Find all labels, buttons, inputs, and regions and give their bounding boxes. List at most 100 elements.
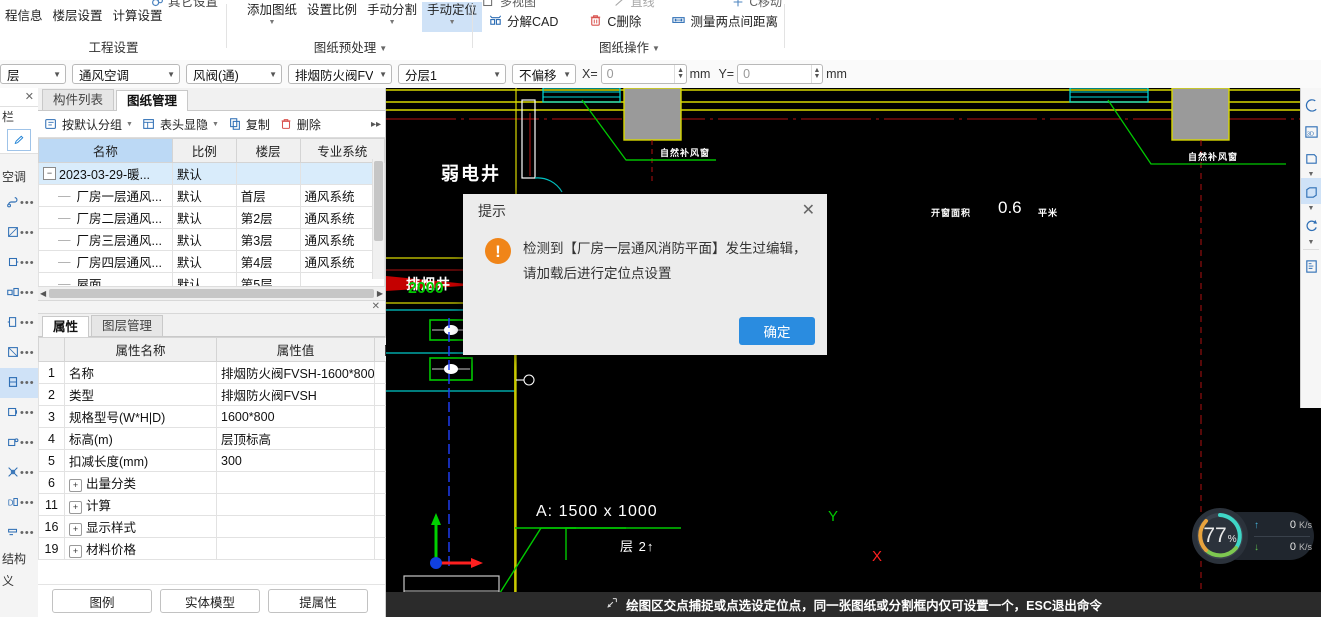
prop-name[interactable]: 类型 [64, 383, 217, 406]
tree-collapse-toggle[interactable]: − [43, 167, 56, 180]
prop-value[interactable]: 1600*800 [216, 405, 375, 428]
3d-view-icon[interactable]: 3D [1301, 118, 1321, 144]
col-floor[interactable]: 楼层 [235, 138, 301, 163]
close-icon[interactable]: ✕ [802, 203, 815, 219]
rail-footer-structure[interactable]: 结构 [0, 548, 38, 570]
layer-selector[interactable]: 分层1 ▼ [398, 64, 506, 84]
prop-name[interactable]: 名称 [64, 361, 217, 384]
tab-drawing-management[interactable]: 图纸管理 [116, 90, 189, 111]
toolbar-overflow-icon[interactable]: ▸▸ [371, 119, 381, 130]
expand-icon[interactable]: + [69, 523, 82, 536]
report-icon[interactable] [1301, 253, 1321, 279]
ribbon-button-measure-distance[interactable]: 测量两点间距离 [667, 9, 782, 32]
ribbon-button-explode-cad[interactable]: 分解CAD [484, 9, 562, 32]
prop-value[interactable]: 排烟防火阀FVSH [216, 383, 375, 406]
prop-value[interactable] [216, 515, 375, 538]
delete-button[interactable]: 删除 [276, 115, 324, 134]
drawing-table-hscrollbar[interactable]: ◀ ▶ [38, 286, 385, 300]
rail-item-misc[interactable]: ••• [0, 518, 38, 548]
rail-item-more-icon[interactable]: ••• [20, 497, 35, 509]
offset-selector[interactable]: 不偏移 ▼ [512, 64, 576, 84]
x-offset-field[interactable] [601, 64, 675, 84]
extract-property-button[interactable]: 提属性 [268, 589, 368, 613]
rail-item-more-icon[interactable]: ••• [20, 227, 35, 239]
rail-item-equipment[interactable]: ••• [0, 428, 38, 458]
table-row[interactable]: 4 标高(m) 层顶标高 [38, 427, 419, 450]
prop-name[interactable]: 扣减长度(mm) [64, 449, 217, 472]
ribbon-button-set-scale[interactable]: 设置比例 [302, 2, 362, 18]
prop-name-cell[interactable]: + 计算 [64, 493, 217, 516]
table-row[interactable]: — 厂房一层通风... 默认 首层 通风系统 [38, 184, 386, 207]
component-selector[interactable]: 排烟防火阀FVS ▼ [288, 64, 392, 84]
expand-icon[interactable]: + [69, 545, 82, 558]
expand-icon[interactable]: + [69, 501, 82, 514]
rail-item-damper[interactable]: ••• [0, 368, 38, 398]
rail-item-elbow[interactable]: ••• [0, 218, 38, 248]
column-visibility-button[interactable]: 表头显隐 ▼ [139, 115, 222, 134]
y-offset-input[interactable]: ▲▼ [737, 64, 824, 84]
rail-item-fitting[interactable]: ••• [0, 248, 38, 278]
drawing-name-cell[interactable]: — 厂房一层通风... [38, 184, 173, 207]
prop-value[interactable]: 层顶标高 [216, 427, 375, 450]
rail-item-more-icon[interactable]: ••• [20, 437, 35, 449]
chevron-down-icon[interactable]: ▼ [1301, 204, 1321, 212]
rail-item-more-icon[interactable]: ••• [20, 317, 35, 329]
table-row[interactable]: 16 + 显示样式 [38, 515, 419, 538]
table-row[interactable]: −2023-03-29-暖... 默认 [38, 162, 386, 185]
rail-item-tee[interactable]: ••• [0, 308, 38, 338]
table-row[interactable]: 6 + 出量分类 [38, 471, 419, 494]
ribbon-button-project-info[interactable]: 程信息 [0, 8, 48, 24]
rail-item-more-icon[interactable]: ••• [20, 377, 35, 389]
ribbon-button-manual-split[interactable]: 手动分割 ▼ [362, 2, 422, 26]
ribbon-button-add-drawing[interactable]: 添加图纸 ▼ [242, 2, 302, 26]
x-offset-stepper[interactable]: ▲ ▼ [674, 65, 685, 83]
rail-item-more-icon[interactable]: ••• [20, 257, 35, 269]
prop-name-cell[interactable]: + 材料价格 [64, 537, 217, 560]
ribbon-button-floor-settings[interactable]: 楼层设置 [48, 8, 108, 24]
expand-icon[interactable]: + [69, 479, 82, 492]
rail-item-more-icon[interactable]: ••• [20, 407, 35, 419]
pen-icon[interactable] [7, 129, 31, 151]
ribbon-button-c-delete[interactable]: C删除 [584, 9, 645, 32]
table-row[interactable]: — 厂房四层通风... 默认 第4层 通风系统 [38, 250, 386, 273]
group-by-default-button[interactable]: 按默认分组 ▼ [41, 115, 136, 134]
rail-item-flex-duct[interactable]: ••• [0, 338, 38, 368]
scrollbar-thumb[interactable] [49, 289, 374, 298]
rail-item-fan[interactable]: ••• [0, 458, 38, 488]
drawing-table-vscrollbar[interactable] [372, 159, 384, 279]
x-offset-input[interactable]: ▲▼ [600, 64, 687, 84]
rail-footer-definition[interactable]: 义 [0, 570, 38, 592]
copy-button[interactable]: 复制 [225, 115, 273, 134]
category-selector[interactable]: 风阀(通) ▼ [186, 64, 282, 84]
rail-item-more-icon[interactable]: ••• [20, 527, 35, 539]
discipline-selector[interactable]: 通风空调 ▼ [72, 64, 180, 84]
scrollbar-thumb[interactable] [374, 161, 383, 241]
close-icon[interactable]: ✕ [372, 301, 380, 312]
chevron-down-icon[interactable]: ▼ [379, 44, 387, 53]
orbit-icon[interactable] [1301, 92, 1321, 118]
col-name[interactable]: 名称 [38, 138, 173, 163]
prop-value[interactable] [216, 537, 375, 560]
rotate-icon[interactable] [1301, 212, 1321, 238]
prop-name[interactable]: 规格型号(W*H|D) [64, 405, 217, 428]
drawing-name-cell[interactable]: — 厂房四层通风... [38, 250, 173, 273]
table-row[interactable]: 5 扣减长度(mm) 300 [38, 449, 419, 472]
rail-item-more-icon[interactable]: ••• [20, 467, 35, 479]
drawing-name-cell[interactable]: — 厂房三层通风... [38, 228, 173, 251]
ribbon-button-calc-settings[interactable]: 计算设置 [108, 8, 168, 24]
legend-button[interactable]: 图例 [52, 589, 152, 613]
rail-item-more-icon[interactable]: ••• [20, 347, 35, 359]
rail-item-more-icon[interactable]: ••• [20, 287, 35, 299]
rail-item-duct[interactable]: ••• [0, 188, 38, 218]
rail-item-more-icon[interactable]: ••• [20, 197, 35, 209]
scroll-right-icon[interactable]: ▶ [377, 289, 383, 298]
table-row[interactable]: 3 规格型号(W*H|D) 1600*800 [38, 405, 419, 428]
drawing-name-cell[interactable]: — 厂房二层通风... [38, 206, 173, 229]
panel-splitter[interactable]: ✕ [38, 300, 385, 314]
solid-view-icon[interactable] [1301, 178, 1321, 204]
chevron-down-icon[interactable]: ▼ [652, 44, 660, 53]
prop-name-cell[interactable]: + 显示样式 [64, 515, 217, 538]
drawing-name-cell[interactable]: −2023-03-29-暖... [38, 162, 173, 185]
confirm-button[interactable]: 确定 [739, 317, 815, 345]
network-speed-widget[interactable]: 77% ↑ 0 K/s ↓ 0 K/s [1192, 508, 1316, 564]
